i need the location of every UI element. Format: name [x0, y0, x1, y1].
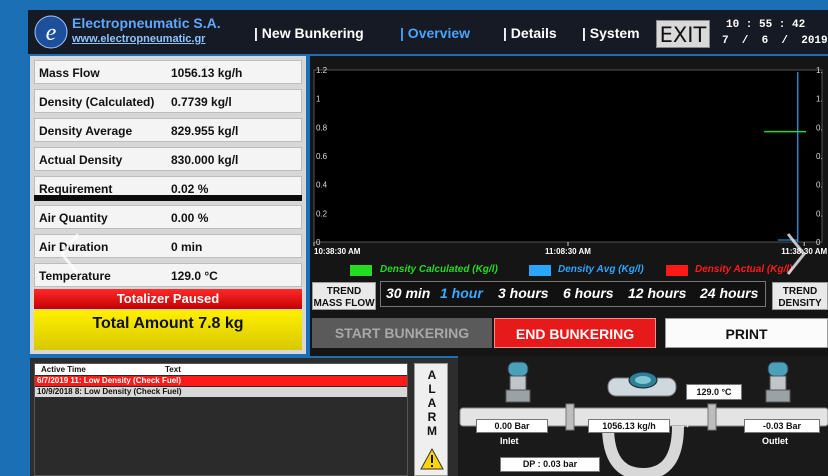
parameter-label: Actual Density	[39, 153, 123, 167]
parameter-label: Mass Flow	[39, 66, 100, 80]
outlet-label: Outlet	[762, 436, 788, 446]
start-bunkering-button[interactable]: START BUNKERING	[312, 318, 492, 348]
legend-swatch	[666, 265, 688, 276]
y-tick-label-left: 0.8	[316, 123, 328, 132]
nav-system[interactable]: | System	[582, 25, 640, 41]
parameter-label: Requirement	[39, 182, 113, 196]
parameter-label: Density Average	[39, 124, 133, 138]
y-tick-label-right: 0.	[816, 123, 823, 132]
clock-date: 7 / 6 / 2019	[722, 35, 828, 47]
legend-label: Density Avg (Kg/l)	[558, 264, 644, 275]
alarm-letter: L	[428, 382, 436, 396]
alarm-button[interactable]: A L A R M	[414, 363, 448, 476]
alarm-letter: A	[427, 396, 437, 410]
y-tick-label-right: 0.	[816, 181, 823, 190]
parameter-value: 829.955 kg/l	[171, 124, 239, 138]
y-tick-label-right: 1.	[816, 66, 823, 75]
alarm-letter: R	[427, 410, 437, 424]
y-tick-label-left: 0.6	[316, 152, 328, 161]
alarm-list[interactable]: Active Time Text 6/7/2019 11: Low Densit…	[34, 363, 408, 476]
alarm-header-time: Active Time	[41, 365, 86, 374]
nav-overview[interactable]: | Overview	[400, 25, 470, 41]
alarm-row[interactable]: 10/9/2018 8: Low Density (Check Fuel)	[35, 387, 407, 397]
y-tick-label-right: 1.	[816, 95, 823, 104]
next-chevron-icon[interactable]	[784, 232, 808, 276]
print-button[interactable]: PRINT	[665, 318, 828, 348]
y-tick-label-right: 0	[816, 238, 821, 247]
trend-range-option[interactable]: 3 hours	[498, 285, 549, 301]
trend-mass-flow-button[interactable]: TREND MASS FLOW	[312, 282, 376, 310]
parameter-label: Air Quantity	[39, 211, 108, 225]
nav-new-bunkering[interactable]: | New Bunkering	[254, 25, 364, 41]
alarm-letter: A	[427, 368, 437, 382]
trend-chart: 1.2 1.1 1.0.8 0.0.6 0.0.4 0.0.2 0.0 010:38:30 A…	[313, 66, 828, 256]
parameter-label: Density (Calculated)	[39, 95, 155, 109]
parameter-row: Actual Density 830.000 kg/l	[34, 147, 302, 171]
alarm-letter: M	[427, 424, 437, 438]
trend-range-option[interactable]: 30 min	[386, 285, 430, 301]
trend-range-option[interactable]: 6 hours	[563, 285, 614, 301]
parameter-row: Density Average 829.955 kg/l	[34, 118, 302, 142]
outlet-pressure-readout: -0.03 Bar	[744, 419, 820, 433]
parameter-value: 0.02 %	[171, 182, 209, 196]
warning-icon	[420, 448, 444, 470]
x-tick-label: 11:08:30 AM	[545, 247, 591, 256]
totalizer-status: Totalizer Paused	[34, 289, 302, 309]
company-url[interactable]: www.electropneumatic.gr	[72, 33, 205, 45]
inlet-label: Inlet	[500, 436, 519, 446]
flow-direction-icon: →	[680, 419, 691, 431]
y-tick-label-left: 1.2	[316, 66, 328, 75]
parameter-row: Density (Calculated) 0.7739 kg/l	[34, 89, 302, 113]
previous-chevron-icon[interactable]	[58, 232, 82, 276]
temperature-readout: 129.0 °C	[686, 384, 742, 400]
trend-density-button[interactable]: TREND DENSITY	[772, 282, 828, 310]
alarm-list-header: Active Time Text	[35, 364, 407, 375]
exit-button[interactable]: EXIT	[656, 20, 710, 48]
parameter-row: Air Quantity 0.00 %	[34, 205, 302, 229]
company-logo: e	[34, 15, 68, 49]
legend-swatch	[529, 265, 551, 276]
y-tick-label-left: 1	[316, 95, 321, 104]
parameter-value: 0 min	[171, 240, 203, 254]
svg-text:e: e	[46, 20, 57, 46]
row-divider	[34, 195, 302, 201]
inlet-transmitter-icon	[505, 361, 531, 403]
inlet-pressure-readout: 0.00 Bar	[476, 419, 548, 433]
end-bunkering-button[interactable]: END BUNKERING	[494, 318, 656, 348]
trend-range-option[interactable]: 1 hour	[440, 285, 483, 301]
parameter-value: 830.000 kg/l	[171, 153, 239, 167]
alarm-row[interactable]: 6/7/2019 11: Low Density (Check Fuel)	[35, 376, 407, 386]
alarm-header-text: Text	[165, 365, 181, 374]
y-tick-label-left: 0	[316, 238, 321, 247]
plot-area	[313, 69, 823, 243]
nav-details[interactable]: | Details	[503, 25, 557, 41]
flow-readout: 1056.13 kg/h	[588, 419, 670, 433]
parameter-value: 129.0 °C	[171, 269, 218, 283]
parameter-value: 1056.13 kg/h	[171, 66, 243, 80]
y-tick-label-left: 0.2	[316, 209, 328, 218]
legend-label: Density Actual (Kg/l)	[695, 264, 793, 275]
outlet-transmitter-icon	[765, 361, 791, 403]
trend-range-option[interactable]: 24 hours	[700, 285, 758, 301]
company-name: Electropneumatic S.A.	[72, 15, 221, 31]
parameter-value: 0.7739 kg/l	[171, 95, 232, 109]
legend-label: Density Calculated (Kg/l)	[380, 264, 498, 275]
parameter-row: Mass Flow 1056.13 kg/h	[34, 60, 302, 84]
parameter-value: 0.00 %	[171, 211, 209, 225]
y-tick-label-left: 0.4	[316, 181, 328, 190]
y-tick-label-right: 0.	[816, 152, 823, 161]
x-tick-label: 10:38:30 AM	[314, 247, 361, 256]
differential-pressure-readout: DP : 0.03 bar	[500, 457, 600, 472]
legend-swatch	[350, 265, 372, 276]
total-amount: Total Amount 7.8 kg	[34, 310, 302, 350]
y-tick-label-right: 0.	[816, 209, 823, 218]
clock-time: 10 : 55 : 42	[726, 19, 806, 31]
trend-range-option[interactable]: 12 hours	[628, 285, 686, 301]
